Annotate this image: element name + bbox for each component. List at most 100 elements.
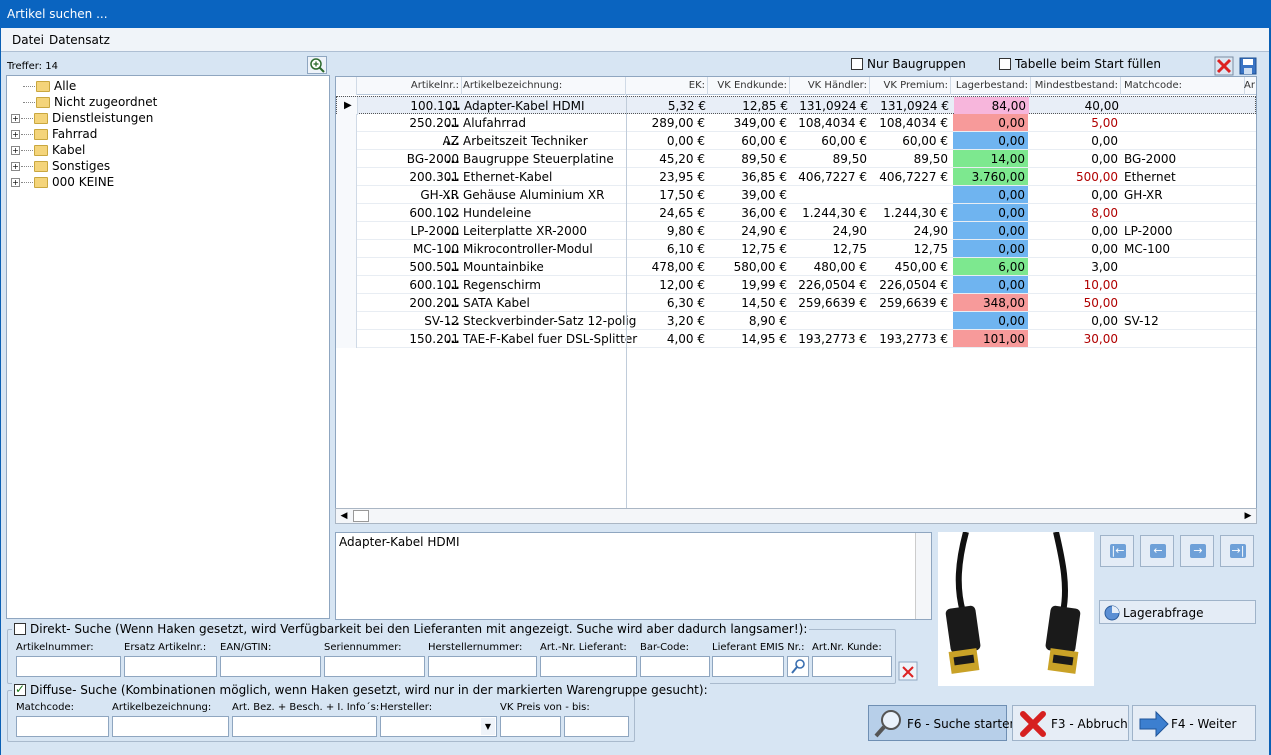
search-input[interactable] <box>712 656 784 677</box>
table-row[interactable]: 0,00 600.102 Hundeleine 24,65 € 36,00 € 1.244… <box>336 204 1256 222</box>
table-row[interactable]: 0,00 250.201 Alufahrrad 289,00 € 349,00 € 108… <box>336 114 1256 132</box>
column-header[interactable]: EK: <box>628 80 705 91</box>
column-separator[interactable] <box>869 77 870 95</box>
expand-icon[interactable]: + <box>11 178 20 187</box>
table-row[interactable]: 0,00 LP-2000 Leiterplatte XR-2000 9,80 € 24,… <box>336 222 1256 240</box>
column-header[interactable]: Artikelnr.: <box>358 80 459 91</box>
row-detail-button[interactable]: ... <box>446 116 460 130</box>
column-separator[interactable] <box>707 77 708 95</box>
search-input[interactable] <box>540 656 637 677</box>
menu-datensatz[interactable]: Datensatz <box>49 33 110 47</box>
row-selector[interactable] <box>336 276 357 294</box>
row-selector[interactable] <box>336 186 357 204</box>
row-detail-button[interactable]: ... <box>446 206 460 220</box>
table-row[interactable]: 0,00 AZ Arbeitszeit Techniker 0,00 € 60,00 €… <box>336 132 1256 150</box>
column-header[interactable]: Matchcode: <box>1124 80 1242 91</box>
column-separator[interactable] <box>461 77 462 95</box>
row-detail-button[interactable]: ... <box>446 242 460 256</box>
search-input[interactable] <box>500 716 561 737</box>
abbruch-button[interactable]: F3 - Abbruch <box>1012 705 1129 741</box>
row-detail-button[interactable]: ... <box>446 296 460 310</box>
search-input[interactable] <box>812 656 892 677</box>
description-scrollbar[interactable] <box>915 533 931 619</box>
tabelle-fuellen-option[interactable]: Tabelle beim Start füllen <box>999 57 1161 71</box>
column-header[interactable]: VK Premium: <box>871 80 948 91</box>
column-header[interactable]: Lagerbestand: <box>953 80 1028 91</box>
lieferant-lookup-button[interactable] <box>787 656 809 677</box>
table-row[interactable]: 0,00 600.101 Regenschirm 12,00 € 19,99 € 226,… <box>336 276 1256 294</box>
expand-icon[interactable]: + <box>11 130 20 139</box>
zoom-button[interactable] <box>307 56 327 74</box>
weiter-button[interactable]: F4 - Weiter <box>1132 705 1256 741</box>
diffuse-suche-checkbox[interactable] <box>14 682 26 696</box>
table-row[interactable]: 348,00 200.201 SATA Kabel 6,30 € 14,50 € 259,… <box>336 294 1256 312</box>
last-record-button[interactable]: →| <box>1220 535 1254 567</box>
suche-starten-button[interactable]: F6 - Suche starten <box>868 705 1017 741</box>
table-row[interactable]: 0,00 SV-12 Steckverbinder-Satz 12-polig 3,2… <box>336 312 1256 330</box>
column-header[interactable]: VK Endkunde: <box>709 80 787 91</box>
row-detail-button[interactable]: ... <box>446 188 460 202</box>
search-input[interactable] <box>16 716 109 737</box>
scroll-right-icon[interactable]: ▶ <box>1240 509 1256 523</box>
row-selector[interactable] <box>336 258 357 276</box>
search-input[interactable] <box>220 656 321 677</box>
table-row[interactable]: 14,00 BG-2000 Baugruppe Steuerplatine 45,20… <box>336 150 1256 168</box>
row-selector[interactable]: ▶ <box>337 97 358 115</box>
article-grid[interactable]: Artikelnr.: Artikelbezeichnung: EK: VK Endk… <box>335 76 1257 524</box>
column-separator[interactable] <box>1120 77 1121 95</box>
row-selector[interactable] <box>336 168 357 186</box>
search-input[interactable] <box>232 716 377 737</box>
column-header[interactable]: Artikelbezeichnung: <box>463 80 623 91</box>
row-selector[interactable] <box>336 222 357 240</box>
tabelle-fuellen-checkbox[interactable] <box>999 58 1011 70</box>
column-header[interactable]: Ar <box>1244 80 1256 91</box>
column-separator[interactable] <box>950 77 951 95</box>
grid-horizontal-scrollbar[interactable]: ◀ ▶ <box>335 508 1257 524</box>
row-selector[interactable] <box>336 240 357 258</box>
warengruppen-tree[interactable]: Alle Nicht zugeordnet + Dienstleistungen + Fa… <box>6 75 330 619</box>
expand-icon[interactable]: + <box>11 114 20 123</box>
tree-item[interactable]: Nicht zugeordnet <box>11 95 157 111</box>
lagerabfrage-button[interactable]: Lagerabfrage <box>1099 600 1256 624</box>
row-selector[interactable] <box>336 330 357 348</box>
search-input[interactable] <box>428 656 537 677</box>
column-header[interactable]: VK Händler: <box>791 80 867 91</box>
tree-item[interactable]: + Sonstiges <box>11 159 110 175</box>
expand-icon[interactable]: + <box>11 146 20 155</box>
vk-preis-bis-input[interactable] <box>564 716 629 737</box>
table-row[interactable]: 6,00 500.501 Mountainbike 478,00 € 580,00 € 4… <box>336 258 1256 276</box>
search-input[interactable] <box>16 656 121 677</box>
row-selector[interactable] <box>336 312 357 330</box>
row-detail-button[interactable]: ... <box>447 99 461 113</box>
row-selector[interactable] <box>336 150 357 168</box>
table-row[interactable]: ▶ 84,00 100.101 Adapter-Kabel HDMI 5,32 € 12,… <box>336 96 1256 115</box>
row-selector[interactable] <box>336 204 357 222</box>
search-input[interactable] <box>324 656 425 677</box>
column-header[interactable]: Mindestbestand: <box>1032 80 1118 91</box>
tree-item[interactable]: + Kabel <box>11 143 85 159</box>
next-record-button[interactable]: → <box>1180 535 1214 567</box>
table-row[interactable]: 0,00 GH-XR Gehäuse Aluminium XR 17,50 € 39,0… <box>336 186 1256 204</box>
column-separator[interactable] <box>625 77 626 95</box>
expand-icon[interactable]: + <box>11 162 20 171</box>
column-separator[interactable] <box>1030 77 1031 95</box>
first-record-button[interactable]: |← <box>1100 535 1134 567</box>
table-row[interactable]: 0,00 MC-100 Mikrocontroller-Modul 6,10 € 12,… <box>336 240 1256 258</box>
search-input[interactable] <box>640 656 710 677</box>
save-layout-button[interactable] <box>1238 56 1258 76</box>
search-input[interactable] <box>112 716 229 737</box>
nur-baugruppen-option[interactable]: Nur Baugruppen <box>851 57 966 71</box>
table-row[interactable]: 101,00 150.201 TAE-F-Kabel fuer DSL-Splitt… <box>336 330 1256 348</box>
row-detail-button[interactable]: ... <box>446 314 460 328</box>
nur-baugruppen-checkbox[interactable] <box>851 58 863 70</box>
column-separator[interactable] <box>789 77 790 95</box>
row-detail-button[interactable]: ... <box>446 260 460 274</box>
row-detail-button[interactable]: ... <box>446 224 460 238</box>
row-detail-button[interactable]: ... <box>446 134 460 148</box>
hersteller-select[interactable]: ▼ <box>380 716 497 737</box>
tree-item[interactable]: + Fahrrad <box>11 127 97 143</box>
description-box[interactable]: Adapter-Kabel HDMI <box>335 532 932 620</box>
prev-record-button[interactable]: ← <box>1140 535 1174 567</box>
row-selector[interactable] <box>336 294 357 312</box>
row-detail-button[interactable]: ... <box>446 170 460 184</box>
